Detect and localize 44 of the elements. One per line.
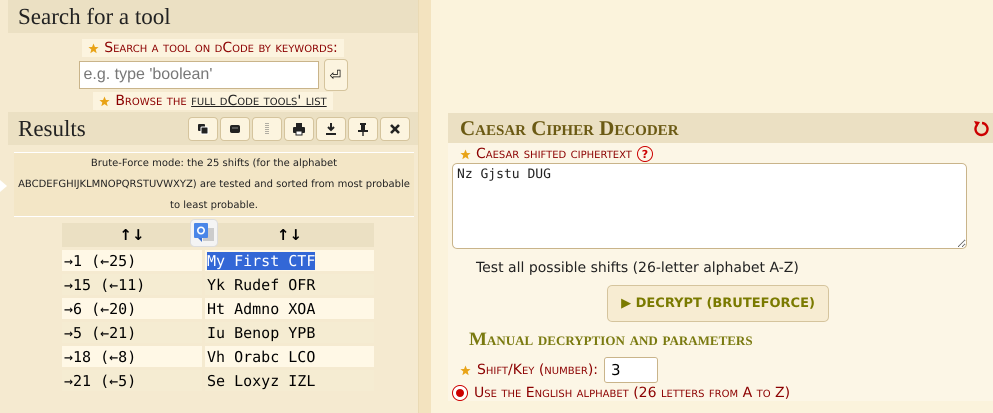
browse-text: Browse the full dCode tools' list <box>115 93 327 109</box>
star-icon <box>99 96 110 106</box>
decoder-title: Caesar Cipher Decoder <box>460 116 679 140</box>
bruteforce-hint: Test all possible shifts (26-letter alphabet A-Z) <box>476 260 800 276</box>
toolbar-button[interactable] <box>380 116 410 140</box>
decoded-text[interactable]: Iu Benop YPB <box>207 324 316 342</box>
star-icon <box>460 364 471 376</box>
ciphertext-field[interactable]: Nz Gjstu DUG <box>452 163 967 249</box>
enter-button[interactable]: ⏎ <box>324 59 348 91</box>
section-title: Manual decryption and parameters <box>469 329 754 351</box>
download-icon <box>324 122 338 136</box>
search-label: Search a tool on dCode by keywords: <box>104 40 338 56</box>
toolbar-button[interactable] <box>284 116 314 140</box>
decoded-text[interactable]: My First CTF <box>207 252 316 270</box>
radio-button[interactable] <box>452 385 468 401</box>
tools-list-link[interactable]: full dCode tools' list <box>191 93 327 109</box>
decrypt-button[interactable]: ▶ DECRYPT (BRUTEFORCE) <box>607 285 829 322</box>
search-field[interactable]: e.g. type 'boolean' <box>78 61 318 89</box>
table-cell: →18 (←8) <box>62 346 202 367</box>
shift-label: Shift/Key (number): <box>477 362 598 378</box>
results-title: Results <box>18 116 86 142</box>
printer-icon <box>292 122 306 136</box>
pin-icon <box>356 122 370 136</box>
star-icon <box>88 42 100 54</box>
ciphertext-label: Caesar shifted ciphertext <box>476 146 632 162</box>
decoded-text[interactable]: Se Loxyz IZL <box>207 372 316 390</box>
star-icon <box>460 148 471 160</box>
toolbar-button[interactable] <box>220 116 250 140</box>
alphabet-option[interactable]: Use the English alphabet (26 letters from A to Z) <box>474 385 790 401</box>
translate-tooltip[interactable] <box>190 219 218 247</box>
reset-icon[interactable] <box>973 119 989 137</box>
decoded-text[interactable]: Yk Rudef OFR <box>207 276 316 294</box>
close-icon <box>388 122 402 136</box>
toolbar-button[interactable] <box>188 116 218 140</box>
table-cell: →1 (←25) <box>62 250 202 271</box>
panel-title: Search for a tool <box>8 0 418 33</box>
table-cell: →6 (←20) <box>62 298 202 319</box>
toolbar-button[interactable] <box>316 116 346 140</box>
help-button[interactable]: ? <box>636 146 653 162</box>
shift-field[interactable]: 3 <box>604 357 658 383</box>
copy-icon <box>196 122 210 136</box>
info-text: Brute-Force mode: the 25 shifts (for the alphabet ABCDEFGHIJKLMNOPQRSTUVWXYZ) are tested and sorted from most probable to least probable. <box>14 152 414 217</box>
toolbar-button[interactable] <box>348 116 378 140</box>
pointer-triangle <box>0 180 7 192</box>
